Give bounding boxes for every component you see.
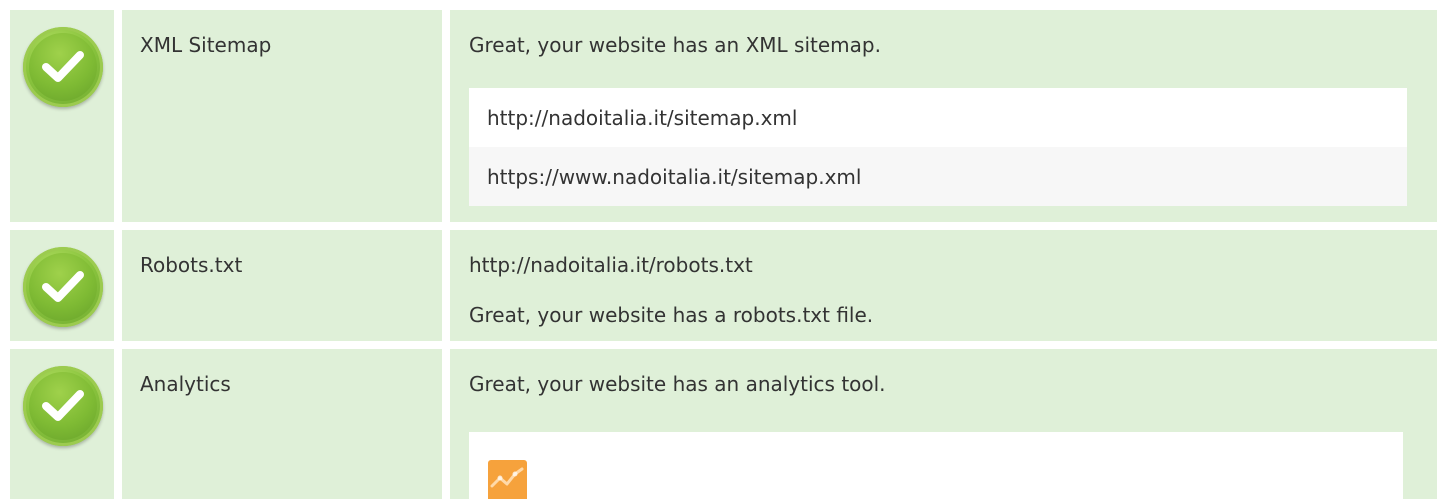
sitemap-url[interactable]: http://nadoitalia.it/sitemap.xml bbox=[469, 88, 1407, 147]
check-row-xml-sitemap: XML Sitemap Great, your website has an X… bbox=[10, 10, 1437, 222]
check-label: Analytics bbox=[140, 372, 231, 396]
sitemap-url[interactable]: https://www.nadoitalia.it/sitemap.xml bbox=[469, 147, 1407, 206]
check-row-analytics: Analytics Great, your website has an ana… bbox=[10, 349, 1437, 499]
check-row-robots-txt: Robots.txt http://nadoitalia.it/robots.t… bbox=[10, 230, 1437, 341]
checkmark-icon bbox=[23, 247, 103, 327]
status-cell bbox=[10, 230, 114, 341]
check-value-cell: http://nadoitalia.it/robots.txt Great, y… bbox=[450, 230, 1437, 341]
check-label-cell: Robots.txt bbox=[122, 230, 442, 341]
robots-url[interactable]: http://nadoitalia.it/robots.txt bbox=[469, 253, 753, 277]
check-message: Great, your website has a robots.txt fil… bbox=[469, 303, 874, 327]
check-label-cell: XML Sitemap bbox=[122, 10, 442, 222]
sitemap-list: http://nadoitalia.it/sitemap.xml https:/… bbox=[469, 88, 1407, 206]
analytics-tools-list bbox=[469, 432, 1403, 499]
check-value-cell: Great, your website has an XML sitemap. … bbox=[450, 10, 1437, 222]
check-label-cell: Analytics bbox=[122, 349, 442, 499]
check-message: Great, your website has an XML sitemap. bbox=[469, 33, 881, 57]
google-analytics-icon bbox=[488, 460, 527, 499]
status-cell bbox=[10, 10, 114, 222]
status-cell bbox=[10, 349, 114, 499]
check-label: Robots.txt bbox=[140, 253, 243, 277]
check-label: XML Sitemap bbox=[140, 33, 272, 57]
check-message: Great, your website has an analytics too… bbox=[469, 372, 886, 396]
checkmark-icon bbox=[23, 366, 103, 446]
check-value-cell: Great, your website has an analytics too… bbox=[450, 349, 1437, 499]
seo-checks-table: XML Sitemap Great, your website has an X… bbox=[0, 0, 1448, 499]
checkmark-icon bbox=[23, 27, 103, 107]
